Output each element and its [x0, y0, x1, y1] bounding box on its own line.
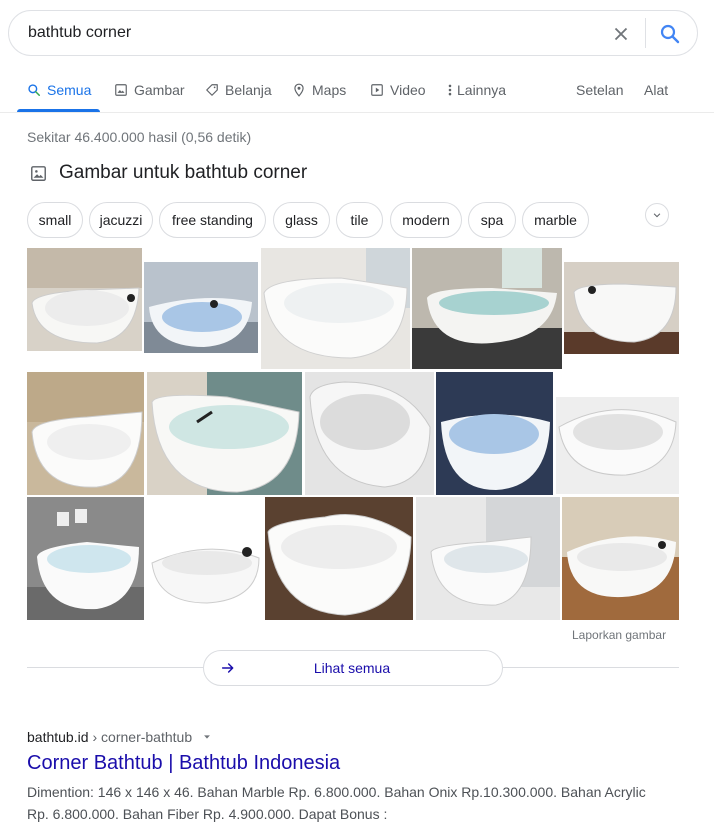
more-vert-icon	[448, 84, 452, 96]
see-all-label: Lihat semua	[313, 660, 391, 676]
image-thumbnail[interactable]	[436, 372, 553, 495]
image-thumbnail[interactable]	[144, 262, 258, 353]
chip-spa[interactable]: spa	[468, 202, 516, 238]
chip-label: spa	[480, 212, 504, 228]
images-section-title: Gambar untuk bathtub corner	[30, 162, 307, 184]
image-thumbnail[interactable]	[147, 528, 263, 605]
chip-label: jacuzzi	[99, 212, 143, 228]
chip-jacuzzi[interactable]: jacuzzi	[89, 202, 153, 238]
result-title-link[interactable]: Corner Bathtub | Bathtub Indonesia	[27, 752, 340, 775]
tab-images[interactable]: Gambar	[114, 82, 185, 98]
tab-label: Gambar	[134, 82, 185, 98]
search-input[interactable]: bathtub corner	[28, 24, 131, 42]
image-thumbnail[interactable]	[412, 248, 562, 369]
image-icon	[31, 165, 46, 181]
tab-label: Semua	[47, 82, 92, 98]
image-thumbnail[interactable]	[27, 497, 144, 620]
tab-maps[interactable]: Maps	[292, 82, 346, 98]
chip-label: tile	[350, 212, 369, 228]
tag-icon	[206, 84, 218, 96]
chip-marble[interactable]: marble	[522, 202, 589, 238]
settings-label: Setelan	[576, 82, 624, 98]
chip-glass[interactable]: glass	[273, 202, 330, 238]
result-stats: Sekitar 46.400.000 hasil (0,56 detik)	[27, 129, 252, 145]
images-section-label: Gambar untuk bathtub corner	[59, 162, 308, 183]
breadcrumb[interactable]: bathtub.id › corner-bathtub	[27, 729, 212, 745]
see-all-button[interactable]: Lihat semua	[203, 650, 503, 686]
tab-more[interactable]: Lainnya	[447, 82, 506, 98]
tab-shopping[interactable]: Belanja	[205, 82, 272, 98]
tools-label: Alat	[644, 82, 669, 98]
search-icon	[28, 84, 41, 97]
tab-all[interactable]: Semua	[27, 82, 91, 98]
settings-link[interactable]: Setelan	[576, 82, 623, 98]
image-thumbnail[interactable]	[261, 248, 410, 369]
image-icon	[115, 84, 127, 96]
result-path: › corner-bathtub	[92, 729, 193, 745]
see-all-divider-left	[27, 667, 203, 668]
chip-modern[interactable]: modern	[390, 202, 462, 238]
arrow-right-icon	[221, 663, 234, 673]
tab-label: Lainnya	[457, 82, 507, 98]
tab-label: Maps	[312, 82, 347, 98]
image-thumbnail[interactable]	[27, 372, 144, 495]
image-thumbnail[interactable]	[305, 372, 434, 495]
close-icon[interactable]	[610, 23, 632, 45]
chip-label: free standing	[172, 212, 253, 228]
chip-small[interactable]: small	[27, 202, 83, 238]
result-domain: bathtub.id	[27, 729, 89, 745]
tools-link[interactable]: Alat	[644, 82, 668, 98]
tab-video[interactable]: Video	[370, 82, 426, 98]
chevron-down-icon	[653, 213, 661, 218]
chip-label: small	[38, 212, 72, 228]
tab-label: Video	[390, 82, 426, 98]
play-icon	[371, 84, 383, 96]
chips-expand-button[interactable]	[645, 203, 669, 227]
image-thumbnail[interactable]	[147, 372, 302, 495]
report-images-link[interactable]: Laporkan gambar	[572, 628, 666, 642]
tab-label: Belanja	[225, 82, 272, 98]
image-thumbnail[interactable]	[416, 497, 560, 620]
image-thumbnail[interactable]	[562, 497, 679, 620]
chip-label: modern	[402, 212, 450, 228]
image-thumbnail[interactable]	[564, 262, 679, 354]
caret-down-icon[interactable]	[202, 732, 212, 742]
see-all-divider-right	[503, 667, 679, 668]
map-pin-icon	[294, 83, 304, 97]
image-thumbnail[interactable]	[27, 248, 142, 351]
tabs-divider	[0, 112, 714, 113]
search-icon[interactable]	[658, 22, 682, 46]
chip-label: marble	[534, 212, 577, 228]
image-thumbnail[interactable]	[265, 497, 413, 620]
image-thumbnail[interactable]	[556, 397, 679, 494]
chip-label: glass	[285, 212, 318, 228]
result-snippet: Dimention: 146 x 146 x 46. Bahan Marble …	[27, 784, 646, 822]
search-divider	[645, 18, 646, 48]
chip-free-standing[interactable]: free standing	[159, 202, 266, 238]
chip-tile[interactable]: tile	[336, 202, 383, 238]
